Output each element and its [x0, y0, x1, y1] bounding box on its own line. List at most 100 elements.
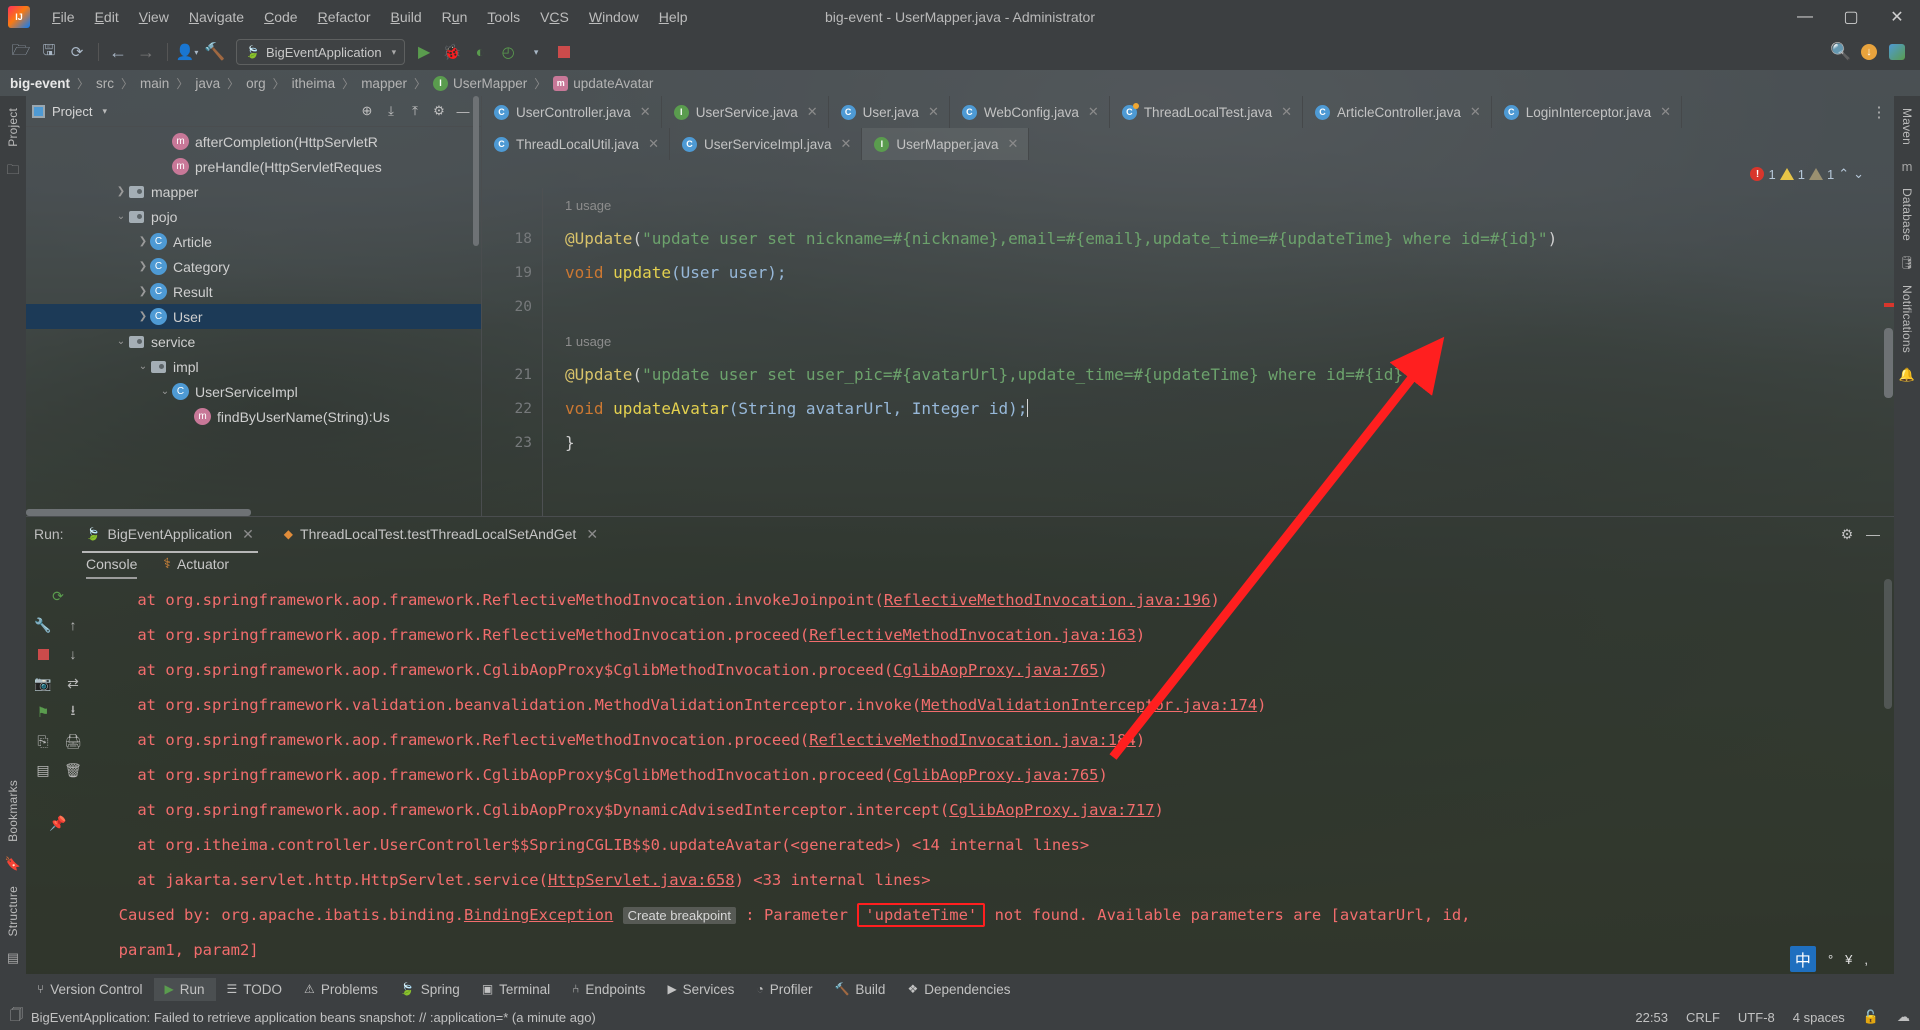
pin-icon[interactable]: 📌	[44, 810, 72, 836]
tree-node-impl[interactable]: ⌄ impl	[26, 354, 481, 379]
menu-tools[interactable]: Tools	[477, 5, 530, 29]
tree-node-user[interactable]: ❯ C User	[26, 304, 481, 329]
close-icon[interactable]: ✕	[841, 136, 852, 152]
stack-source-link[interactable]: HttpServlet.java:658	[548, 871, 735, 889]
tool-window-button-dependencies[interactable]: ❖ Dependencies	[896, 978, 1021, 1001]
run-icon[interactable]: ▶	[411, 39, 437, 65]
tool-window-button-services[interactable]: ▶ Services	[656, 978, 745, 1001]
sidebar-tab-structure[interactable]: Structure	[3, 880, 23, 943]
menu-run[interactable]: Run	[432, 5, 478, 29]
run-configuration-selector[interactable]: 🍃 BigEventApplication ▾	[236, 39, 406, 65]
code-line-u0[interactable]: 1 usage	[565, 188, 1894, 222]
menu-view[interactable]: View	[129, 5, 179, 29]
console-stack-line[interactable]: at org.apache.ibatis.binding.MapperMetho…	[90, 968, 1894, 974]
code-line-23[interactable]: }	[565, 426, 1894, 460]
editor-tab-usermapper-java[interactable]: I UserMapper.java ✕	[862, 128, 1030, 160]
close-icon[interactable]: ✕	[928, 104, 939, 120]
editor-vertical-scrollbar[interactable]	[1884, 328, 1893, 398]
next-problem-icon[interactable]: ⌄	[1853, 166, 1864, 182]
project-tree-horizontal-scrollbar[interactable]	[26, 509, 251, 516]
project-tree[interactable]: m afterCompletion(HttpServletR m preHandle(…	[26, 127, 481, 516]
editor-tab-threadlocaltest-java[interactable]: C ThreadLocalTest.java ✕	[1110, 96, 1304, 128]
close-icon[interactable]: ✕	[648, 136, 659, 152]
run-tab-threadlocaltest[interactable]: ◆ ThreadLocalTest.testThreadLocalSetAndG…	[280, 523, 602, 546]
close-icon[interactable]: ✕	[1007, 136, 1018, 152]
expand-all-icon[interactable]: ⤓	[379, 99, 403, 123]
tree-expand-arrow-icon[interactable]: ⌄	[136, 361, 150, 372]
previous-problem-icon[interactable]: ⌃	[1838, 166, 1849, 182]
export-icon[interactable]: ⭳	[59, 699, 87, 725]
tree-expand-arrow-icon[interactable]: ❯	[114, 186, 128, 197]
debug-icon[interactable]: 🐞	[439, 39, 465, 65]
menu-navigate[interactable]: Navigate	[179, 5, 254, 29]
chevron-down-icon[interactable]: ▾	[102, 106, 107, 117]
menu-help[interactable]: Help	[649, 5, 698, 29]
console-vertical-scrollbar[interactable]	[1884, 579, 1892, 709]
file-encoding[interactable]: UTF-8	[1738, 1010, 1775, 1025]
editor-tab-logininterceptor-java[interactable]: C LoginInterceptor.java ✕	[1492, 96, 1683, 128]
stack-source-link[interactable]: MethodValidationInterceptor.java:174	[921, 696, 1257, 714]
menu-build[interactable]: Build	[381, 5, 432, 29]
stack-source-link[interactable]: ReflectiveMethodInvocation.java:184	[809, 731, 1136, 749]
project-panel-title-group[interactable]: Project ▾	[32, 104, 107, 119]
stack-source-link[interactable]: CglibAopProxy.java:765	[893, 766, 1098, 784]
tool-window-button-version-control[interactable]: ⑂ Version Control	[26, 978, 154, 1001]
tree-expand-arrow-icon[interactable]: ⌄	[114, 336, 128, 347]
exception-class-link[interactable]: BindingException	[464, 906, 613, 924]
breadcrumb-item-4[interactable]: org	[246, 76, 266, 91]
nav-forward-icon[interactable]: →	[133, 39, 159, 65]
tool-window-button-build[interactable]: 🔨 Build	[823, 978, 896, 1001]
console-stack-line[interactable]: at org.itheima.controller.UserController…	[90, 828, 1894, 863]
tree-node-prehandle-httpservletreques[interactable]: m preHandle(HttpServletReques	[26, 154, 481, 179]
print-icon[interactable]: 🖨	[59, 728, 87, 754]
tool-window-button-terminal[interactable]: ▣ Terminal	[471, 978, 561, 1001]
ide-assistant-icon[interactable]	[1884, 39, 1910, 65]
editor-tab-threadlocalutil-java[interactable]: C ThreadLocalUtil.java ✕	[482, 128, 670, 160]
stop-icon[interactable]	[29, 641, 57, 667]
tree-expand-arrow-icon[interactable]: ❯	[136, 286, 150, 297]
tool-window-button-problems[interactable]: ⚠ Problems	[293, 978, 389, 1001]
sidebar-tab-maven[interactable]: Maven	[1897, 102, 1917, 151]
tool-window-button-todo[interactable]: ☰ TODO	[216, 978, 294, 1001]
open-in-browser-icon[interactable]: ⎘	[29, 728, 57, 754]
console-stack-line[interactable]: at org.springframework.aop.framework.Cgl…	[90, 653, 1894, 688]
scroll-up-icon[interactable]: ↑	[59, 612, 87, 638]
code-line-19[interactable]: void update(User user);	[565, 256, 1894, 290]
warning-count[interactable]: 1	[1779, 167, 1805, 182]
editor-code[interactable]: 1 usage @Update("update user set nickname…	[542, 188, 1894, 516]
tree-node-aftercompletion-httpservletr[interactable]: m afterCompletion(HttpServletR	[26, 129, 481, 154]
tab-console[interactable]: Console	[86, 556, 138, 579]
editor-tab-user-java[interactable]: C User.java ✕	[829, 96, 950, 128]
close-icon[interactable]: ✕	[1470, 104, 1481, 120]
code-line-20[interactable]	[565, 290, 1894, 324]
rerun-icon[interactable]: ⟳	[44, 583, 72, 609]
editor-tab-usercontroller-java[interactable]: C UserController.java ✕	[482, 96, 662, 128]
sidebar-tab-notifications[interactable]: Notifications	[1897, 279, 1917, 359]
breadcrumb-item-3[interactable]: java	[195, 76, 220, 91]
console-output[interactable]: at org.springframework.aop.framework.Ref…	[90, 579, 1894, 974]
menu-window[interactable]: Window	[579, 5, 649, 29]
search-icon[interactable]: 🔍	[1828, 39, 1854, 65]
code-line-u4[interactable]: 1 usage	[565, 324, 1894, 358]
code-line-18[interactable]: @Update("update user set nickname=#{nick…	[565, 222, 1894, 256]
breadcrumb-item-7[interactable]: I UserMapper	[432, 75, 527, 91]
usage-hint[interactable]: 1 usage	[565, 334, 611, 349]
sidebar-tab-database[interactable]: Database	[1897, 182, 1917, 247]
tree-expand-arrow-icon[interactable]: ❯	[136, 261, 150, 272]
editor-tab-userservice-java[interactable]: I UserService.java ✕	[662, 96, 829, 128]
maven-icon[interactable]: m	[1902, 159, 1913, 174]
breadcrumb-item-6[interactable]: mapper	[361, 76, 407, 91]
run-with-coverage-icon[interactable]: ◐	[467, 39, 493, 65]
bell-icon[interactable]: 🔔	[1899, 367, 1915, 383]
console-caused-by-line[interactable]: Caused by: org.apache.ibatis.binding.Bin…	[90, 898, 1894, 933]
indent-setting[interactable]: 4 spaces	[1793, 1010, 1845, 1025]
console-stack-line[interactable]: at org.springframework.aop.framework.Cgl…	[90, 758, 1894, 793]
console-stack-line[interactable]: at org.springframework.validation.beanva…	[90, 688, 1894, 723]
save-icon[interactable]: 🖫	[36, 39, 62, 65]
tree-node-findbyusername-string--us[interactable]: m findByUserName(String):Us	[26, 404, 481, 429]
collapse-all-icon[interactable]: ⤒	[403, 99, 427, 123]
close-icon[interactable]: ✕	[1281, 104, 1292, 120]
tree-node-pojo[interactable]: ⌄ pojo	[26, 204, 481, 229]
locate-icon[interactable]: ⊕	[355, 99, 379, 123]
database-icon[interactable]: 🛢	[1899, 255, 1916, 271]
